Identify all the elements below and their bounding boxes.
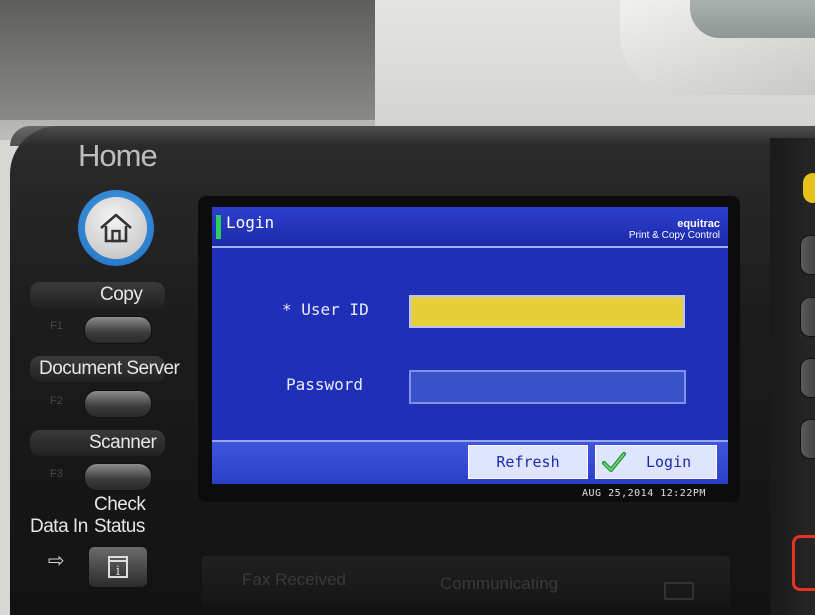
- copy-button[interactable]: [84, 316, 152, 344]
- info-icon: i: [108, 556, 128, 579]
- check-status-label-line1: Check: [94, 494, 146, 515]
- copy-tab: [30, 282, 165, 308]
- title-bar: Login equitrac Print & Copy Control: [212, 207, 728, 248]
- check-status-button[interactable]: i: [88, 546, 148, 588]
- house-icon: [100, 213, 132, 243]
- document-server-button[interactable]: [84, 390, 152, 418]
- background-shadow: [0, 0, 380, 120]
- copy-fkey: F1: [50, 320, 63, 332]
- fax-received-indicator: Fax Received: [242, 570, 346, 589]
- check-status-label-line2: Status: [94, 516, 145, 537]
- status-indicator-yellow: [803, 173, 815, 203]
- scanner-label: Scanner: [89, 432, 157, 453]
- touch-screen: Login equitrac Print & Copy Control * Us…: [212, 207, 728, 484]
- document-server-label: Document Server: [39, 358, 180, 379]
- communicating-indicator: Communicating: [440, 574, 559, 593]
- home-label: Home: [78, 138, 158, 173]
- datetime-display: AUG 25,2014 12:22PM: [582, 488, 706, 499]
- copy-label: Copy: [100, 284, 143, 305]
- svg-text:i: i: [116, 564, 120, 579]
- document-server-fkey: F2: [50, 395, 63, 407]
- home-button[interactable]: [85, 197, 147, 259]
- password-label: Password: [286, 375, 364, 394]
- stop-key[interactable]: [792, 535, 815, 591]
- login-button-label: Login: [646, 453, 692, 471]
- user-id-label: * User ID: [282, 300, 369, 319]
- data-in-arrow-icon: ⇨: [48, 548, 65, 572]
- brand-logo: equitrac: [677, 218, 720, 230]
- right-key-4[interactable]: [800, 419, 815, 459]
- refresh-button[interactable]: Refresh: [468, 445, 588, 479]
- password-field[interactable]: [409, 370, 686, 404]
- brand-subtitle: Print & Copy Control: [628, 230, 720, 241]
- login-button[interactable]: Login: [595, 445, 717, 479]
- right-key-3[interactable]: [800, 358, 815, 398]
- memory-icon: [664, 582, 694, 600]
- right-key-2[interactable]: [800, 297, 815, 337]
- scanner-fkey: F3: [50, 468, 63, 480]
- user-id-field[interactable]: [409, 295, 685, 328]
- scanner-button[interactable]: [84, 463, 152, 491]
- data-in-label: Data In: [30, 516, 88, 537]
- checkmark-icon: [600, 448, 628, 476]
- background-object-inner: [690, 0, 815, 38]
- right-key-1[interactable]: [800, 235, 815, 275]
- title-marker: [216, 215, 221, 239]
- screen-title: Login: [226, 213, 275, 232]
